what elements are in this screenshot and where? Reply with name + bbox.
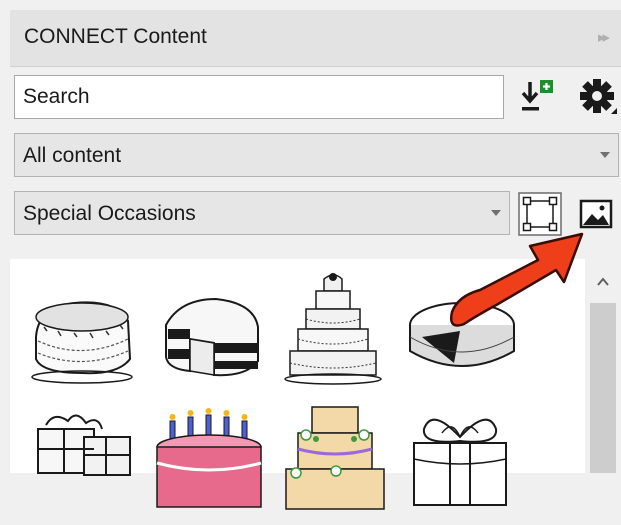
chevron-up-icon[interactable]	[596, 275, 610, 287]
category-dropdown-value: Special Occasions	[23, 202, 196, 225]
frame-select-icon[interactable]	[518, 192, 562, 236]
double-chevron-right-icon[interactable]: ▸▸	[598, 28, 610, 46]
image-icon[interactable]	[574, 192, 618, 236]
content-gallery	[10, 259, 585, 510]
panel-title: CONNECT Content	[24, 25, 207, 48]
chevron-down-icon	[491, 210, 501, 216]
chevron-down-icon	[600, 152, 610, 158]
wedding-cake-icon[interactable]	[276, 269, 394, 387]
gift-boxes-icon[interactable]	[24, 407, 142, 525]
gallery-scrollbar[interactable]	[585, 259, 621, 473]
cake-sketch-icon[interactable]	[24, 277, 142, 395]
category-dropdown[interactable]: Special Occasions	[14, 191, 510, 235]
source-dropdown[interactable]: All content	[14, 133, 619, 177]
scrollbar-thumb[interactable]	[590, 303, 616, 473]
birthday-cake-candles-icon[interactable]	[150, 407, 268, 525]
gear-icon[interactable]	[578, 76, 618, 118]
gift-bow-icon[interactable]	[402, 399, 520, 517]
search-input[interactable]	[14, 75, 504, 119]
source-dropdown-value: All content	[23, 144, 122, 167]
floral-tiered-cake-icon[interactable]	[276, 399, 394, 517]
panel-header: CONNECT Content ▸▸	[10, 10, 621, 67]
cheesecake-icon[interactable]	[402, 277, 520, 395]
download-plus-icon[interactable]	[520, 78, 556, 116]
top-strip	[0, 0, 621, 10]
sliced-cake-icon[interactable]	[150, 273, 268, 391]
